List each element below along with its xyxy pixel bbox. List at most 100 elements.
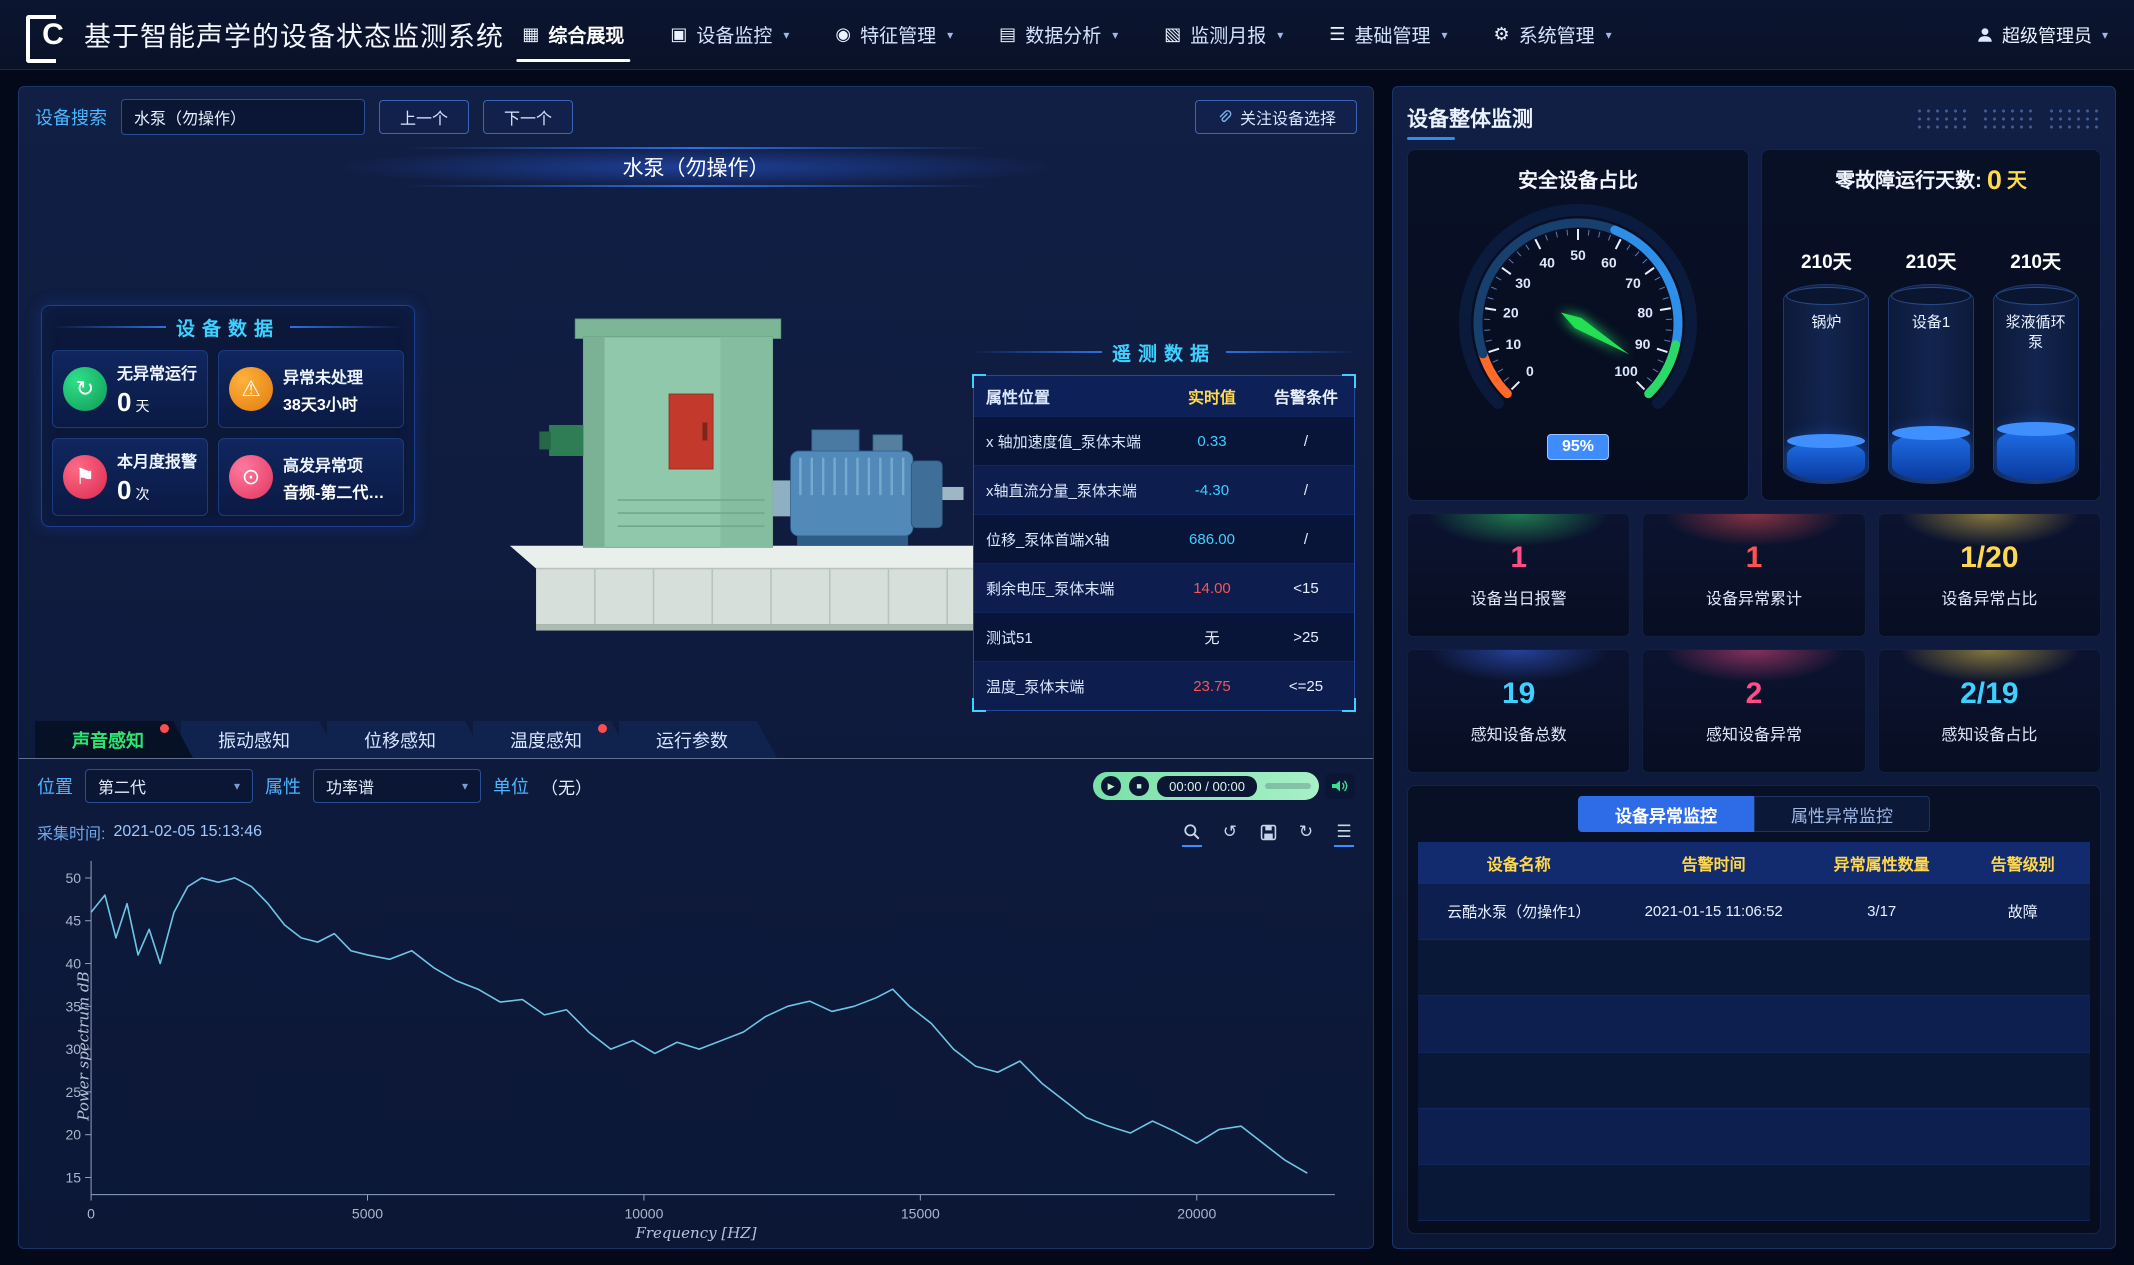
sense-tab-temperature[interactable]: 温度感知 [473, 721, 631, 758]
clock-icon: ⊙ [229, 455, 273, 499]
tab-label: 位移感知 [364, 727, 436, 753]
tab-label: 温度感知 [510, 727, 582, 753]
sense-tab-displacement[interactable]: 位移感知 [327, 721, 485, 758]
tank-days-label: 210天 [1801, 247, 1852, 274]
device-data-header: 设备数据 [52, 310, 404, 344]
stat-tile-4: 2感知设备异常 [1642, 649, 1865, 773]
position-select[interactable]: 第二代 ▾ [85, 769, 253, 803]
nav-item-monthly-report[interactable]: ▧监测月报▾ [1144, 0, 1303, 69]
nav-item-data-analysis[interactable]: ▤数据分析▾ [979, 0, 1138, 69]
nav-label: 数据分析 [1025, 21, 1101, 48]
tank-device-name: 锅炉 [1784, 313, 1868, 333]
chevron-down-icon: ▾ [1112, 28, 1118, 42]
corner-decor [1342, 374, 1356, 388]
attribute-value: 功率谱 [326, 774, 374, 798]
user-icon [1976, 26, 1994, 44]
nav-item-system-manage[interactable]: ⚙系统管理▾ [1473, 0, 1631, 69]
user-menu[interactable]: 超级管理员 ▾ [1976, 22, 2108, 48]
device-3d-viewport[interactable]: 设备数据 ↻无异常运行0天⚠异常未处理38天3小时⚑本月度报警0次⊙高发异常项音… [31, 187, 1361, 717]
paperclip-icon [1216, 109, 1232, 125]
alarm-table-body: 云酷水泵（勿操作1）2021-01-15 11:06:523/17故障 [1418, 884, 2090, 1221]
dot-grid [1981, 107, 2035, 129]
spectrum-line-chart: 152025303540455005000100001500020000 [37, 849, 1355, 1242]
alarm-table-row[interactable]: 云酷水泵（勿操作1）2021-01-15 11:06:523/17故障 [1418, 884, 2090, 940]
decor-line [973, 351, 1102, 353]
device-data-grid: ↻无异常运行0天⚠异常未处理38天3小时⚑本月度报警0次⊙高发异常项音频-第二代… [52, 350, 404, 516]
system-icon: ⚙ [1493, 24, 1509, 45]
sense-tab-run-params[interactable]: 运行参数 [619, 721, 777, 758]
app-root: C 基于智能声学的设备状态监测系统 ▦综合展现▣设备监控▾◉特征管理▾▤数据分析… [0, 0, 2134, 1265]
monitor-tab-device-alarm[interactable]: 设备异常监控 [1578, 796, 1754, 832]
telemetry-col-header: 实时值 [1166, 384, 1258, 408]
alarm-icon: ⚑ [63, 455, 107, 499]
tank-days-label: 210天 [2010, 247, 2061, 274]
device-search-input[interactable] [121, 99, 365, 135]
tile-value: 0次 [117, 475, 197, 506]
nav-item-base-manage[interactable]: ☰基础管理▾ [1309, 0, 1467, 69]
telemetry-row: 位移_泵体首端X轴686.00/ [974, 514, 1354, 563]
telemetry-alarm-condition: / [1258, 531, 1354, 548]
play-button[interactable]: ▶ [1101, 776, 1121, 796]
overview-cards-row: 安全设备占比 0102030405060708090100 95% 零故障运行天… [1407, 149, 2101, 501]
chart-plot-area[interactable]: 152025303540455005000100001500020000 Pow… [37, 849, 1355, 1242]
tank-widget: 210天锅炉 [1783, 247, 1869, 484]
svg-text:0: 0 [1526, 363, 1534, 379]
svg-text:80: 80 [1637, 304, 1653, 320]
nav-item-feature-manage[interactable]: ◉特征管理▾ [815, 0, 973, 69]
nav-label: 设备监控 [696, 21, 772, 48]
telemetry-row: x轴直流分量_泵体末端-4.30/ [974, 465, 1354, 514]
data-view-icon[interactable]: ☰ [1333, 821, 1355, 843]
svg-text:20: 20 [65, 1127, 81, 1143]
restore-icon[interactable]: ↺ [1219, 821, 1241, 843]
player-pill: ▶ ■ 00:00 / 00:00 [1093, 772, 1319, 800]
tile-label: 异常未处理 [283, 364, 363, 388]
telemetry-realtime-value: 14.00 [1166, 580, 1258, 597]
alarm-cell: 3/17 [1808, 903, 1956, 920]
nav-item-device-monitor[interactable]: ▣设备监控▾ [650, 0, 809, 69]
spectrum-chart-section: 采集时间: 2021-02-05 15:13:46 ↺ ↻ ☰ [19, 813, 1373, 1248]
tile-label: 本月度报警 [117, 448, 197, 472]
telemetry-table-body: x 轴加速度值_泵体末端0.33/x轴直流分量_泵体末端-4.30/位移_泵体首… [974, 416, 1354, 710]
safety-gauge: 0102030405060708090100 [1428, 193, 1728, 449]
stat-label: 感知设备异常 [1706, 721, 1802, 745]
monitor-tab-attr-alarm[interactable]: 属性异常监控 [1754, 796, 1930, 832]
prev-device-button[interactable]: 上一个 [379, 100, 469, 134]
save-image-icon[interactable] [1257, 821, 1279, 843]
stop-button[interactable]: ■ [1129, 776, 1149, 796]
right-panel: 设备整体监测 安全设备占比 0102030405060708090100 95%… [1392, 86, 2116, 1249]
telemetry-row: 剩余电压_泵体末端14.00<15 [974, 563, 1354, 612]
chevron-down-icon: ▾ [947, 28, 953, 42]
report-icon: ▧ [1164, 24, 1181, 45]
sense-tab-vibration[interactable]: 振动感知 [181, 721, 339, 758]
refresh-icon[interactable]: ↻ [1295, 821, 1317, 843]
player-progress[interactable] [1265, 783, 1311, 789]
telemetry-alarm-condition: / [1258, 482, 1354, 499]
svg-text:10: 10 [1506, 336, 1522, 352]
player-time: 00:00 / 00:00 [1157, 776, 1257, 797]
alert-badge-dot [160, 724, 169, 733]
next-device-button[interactable]: 下一个 [483, 100, 573, 134]
zero-fault-card: 零故障运行天数:0天 210天锅炉210天设备1210天浆液循环泵 [1761, 149, 2101, 501]
gauge-title: 安全设备占比 [1518, 164, 1638, 193]
zoom-icon[interactable] [1181, 821, 1203, 843]
nav-item-overview[interactable]: ▦综合展现 [502, 0, 644, 69]
overall-monitor-header: 设备整体监测 [1407, 95, 2101, 141]
user-name: 超级管理员 [2002, 22, 2092, 48]
sense-tab-sound[interactable]: 声音感知 [35, 721, 193, 758]
telemetry-row: 温度_泵体末端23.75<=25 [974, 661, 1354, 710]
stat-value: 1 [1746, 541, 1763, 575]
focus-device-button[interactable]: 关注设备选择 [1195, 100, 1357, 134]
tank-days-label: 210天 [1906, 247, 1957, 274]
warning-icon: ⚠ [229, 367, 273, 411]
alarm-col-header: 异常属性数量 [1808, 851, 1956, 875]
attribute-select[interactable]: 功率谱 ▾ [313, 769, 481, 803]
chart-header: 采集时间: 2021-02-05 15:13:46 ↺ ↻ ☰ [37, 815, 1355, 849]
device-stat-tile: ↻无异常运行0天 [52, 350, 208, 428]
telemetry-card: 遥测数据 属性位置实时值告警条件 x 轴加速度值_泵体末端0.33/x轴直流分量… [973, 335, 1355, 711]
chevron-down-icon: ▾ [1277, 28, 1283, 42]
telemetry-attr-name: x 轴加速度值_泵体末端 [974, 431, 1166, 452]
tank-device-name: 浆液循环泵 [1994, 313, 2078, 352]
volume-icon[interactable] [1325, 773, 1355, 799]
tab-label: 声音感知 [72, 727, 144, 753]
device-title-banner: 水泵（勿操作） [346, 147, 1046, 187]
